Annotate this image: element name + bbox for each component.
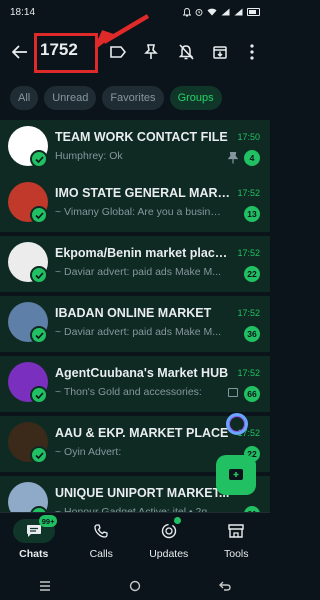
chat-title: IMO STATE GENERAL MARKET	[55, 186, 230, 200]
new-chat-button[interactable]	[216, 455, 256, 495]
chats-icon	[26, 525, 41, 537]
selected-check-icon	[30, 206, 48, 224]
chat-time: 17:52	[237, 188, 260, 198]
bell-icon	[183, 7, 191, 16]
chat-title: UNIQUE UNIPORT MARKET...	[55, 486, 230, 500]
chat-last-message: ~ Vimany Global: Are you a business...	[55, 206, 225, 218]
chat-time: 17:52	[237, 308, 260, 318]
label-button[interactable]	[106, 40, 130, 64]
more-options-button[interactable]	[240, 40, 264, 64]
chip-groups[interactable]: Groups	[169, 86, 222, 110]
chat-time: 17:50	[237, 132, 260, 142]
new-chat-icon	[229, 469, 243, 480]
recent-apps-icon[interactable]	[39, 581, 51, 591]
archive-icon	[213, 46, 227, 59]
nav-chats-icon-wrap: 99+	[12, 515, 58, 543]
bottom-navigation: 99+ Chats Calls Updates Tools	[0, 512, 270, 570]
nav-updates-label: Updates	[149, 548, 189, 560]
pin-button[interactable]	[139, 40, 163, 64]
image-icon	[228, 388, 238, 397]
updates-icon	[161, 523, 176, 539]
chat-last-message: ~ Oyin Advert:	[55, 446, 122, 458]
arrow-left-icon	[12, 45, 27, 59]
unread-count-badge: 4	[244, 150, 260, 166]
nav-chats-label: Chats	[19, 548, 49, 560]
system-icons	[183, 7, 260, 17]
label-icon	[110, 46, 126, 58]
unread-count-badge: 66	[244, 386, 260, 402]
chip-unread[interactable]: Unread	[44, 86, 97, 110]
system-navigation-bar	[0, 572, 270, 600]
chat-last-message: ~ Thon's Gold and accessories:	[55, 386, 202, 398]
nav-tools[interactable]: Tools	[203, 513, 271, 570]
chat-row[interactable]: TEAM WORK CONTACT FILE Humphrey: Ok 17:50 4	[0, 120, 270, 176]
phone-icon	[94, 524, 108, 538]
selected-check-icon	[30, 446, 48, 464]
chat-time: 17:52	[237, 368, 260, 378]
chat-title: AAU & EKP. MARKET PLACE	[55, 426, 229, 440]
nav-calls-icon-wrap	[80, 519, 122, 543]
home-icon[interactable]	[129, 580, 141, 592]
chat-time: 17:52	[237, 248, 260, 258]
nav-calls[interactable]: Calls	[68, 513, 136, 570]
unread-count-badge: 36	[244, 326, 260, 342]
chat-title: IBADAN ONLINE MARKET	[55, 306, 212, 320]
back-nav-icon[interactable]	[219, 581, 231, 591]
chat-row[interactable]: Ekpoma/Benin market place... ~ Daviar adv…	[0, 236, 270, 292]
alarm-icon	[195, 8, 203, 16]
archive-button[interactable]	[208, 40, 232, 64]
pin-icon	[144, 44, 158, 59]
nav-updates[interactable]: Updates	[135, 513, 203, 570]
unread-count-badge: 13	[244, 206, 260, 222]
back-button[interactable]	[8, 40, 32, 64]
chat-title: AgentCuubana's Market HUB	[55, 366, 229, 380]
selected-check-icon	[30, 326, 48, 344]
selected-check-icon	[30, 266, 48, 284]
nav-chats[interactable]: 99+ Chats	[0, 513, 68, 570]
selected-count: 1752	[40, 40, 78, 59]
mute-button[interactable]	[174, 40, 198, 64]
chat-row[interactable]: IBADAN ONLINE MARKET ~ Daviar advert: pai…	[0, 296, 270, 352]
whatsapp-chats-screen: 18:14 1752 All Unread Favorites Groups T…	[0, 0, 270, 600]
filter-chips: All Unread Favorites Groups	[0, 86, 270, 112]
chip-all[interactable]: All	[10, 86, 39, 110]
selection-toolbar: 1752	[0, 14, 270, 76]
chip-favorites[interactable]: Favorites	[102, 86, 164, 110]
status-time: 18:14	[10, 6, 36, 18]
nav-tools-label: Tools	[223, 548, 249, 560]
selected-check-icon	[30, 150, 48, 168]
nav-updates-icon-wrap	[148, 517, 190, 543]
chat-row[interactable]: IMO STATE GENERAL MARKET ~ Vimany Global:…	[0, 176, 270, 232]
chat-title: TEAM WORK CONTACT FILE	[55, 130, 228, 144]
updates-dot	[173, 517, 181, 524]
selected-check-icon	[30, 386, 48, 404]
signal-icon	[221, 8, 230, 16]
chats-unread-badge: 99+	[38, 515, 58, 527]
chat-last-message: Humphrey: Ok	[55, 150, 123, 162]
pinned-icon	[227, 151, 239, 164]
more-vertical-icon	[250, 44, 254, 60]
battery-icon	[247, 8, 260, 16]
meta-ai-button[interactable]	[226, 413, 248, 435]
nav-calls-label: Calls	[89, 548, 113, 560]
chat-last-message: ~ Daviar advert: paid ads Make M...	[55, 326, 222, 338]
signal-2-icon	[234, 8, 243, 16]
nav-tools-icon-wrap	[215, 519, 257, 543]
chat-row[interactable]: AgentCuubana's Market HUB ~ Thon's Gold a…	[0, 356, 270, 412]
wifi-icon	[207, 8, 217, 16]
unread-count-badge: 22	[244, 266, 260, 282]
chat-title: Ekpoma/Benin market place...	[55, 246, 230, 260]
bell-off-icon	[178, 44, 194, 60]
chat-last-message: ~ Daviar advert: paid ads Make M...	[55, 266, 222, 278]
storefront-icon	[228, 524, 244, 538]
